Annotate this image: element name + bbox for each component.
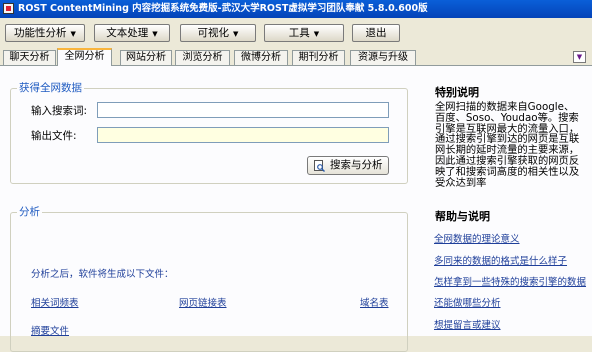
tab-browse-analysis[interactable]: 浏览分析 — [175, 50, 230, 65]
help-link-theory[interactable]: 全网数据的理论意义 — [434, 231, 520, 245]
tab-content-panel: 获得全网数据 输入搜索词: 输出文件: 搜索与分析 分析 分析之后，软件将生成以… — [0, 65, 592, 352]
get-web-data-legend: 获得全网数据 — [17, 82, 84, 94]
analysis-group: 分析 分析之后，软件将生成以下文件： 相关词频表 网页链接表 域名表 摘要文件 — [10, 206, 408, 352]
tab-resources-upgrade[interactable]: 资源与升级 — [350, 50, 416, 65]
special-notes-title: 特别说明 — [435, 86, 479, 99]
tools-menu-button[interactable]: 工具 ▼ — [264, 24, 344, 42]
chevron-down-icon: ▼ — [313, 30, 320, 38]
help-title: 帮助与说明 — [435, 210, 490, 223]
window-title: ROST ContentMining 内容挖掘系统免费版-武汉大学ROST虚拟学… — [18, 3, 428, 14]
tab-site-analysis[interactable]: 网站分析 — [120, 50, 172, 65]
help-link-data-format[interactable]: 多同来的数据的格式是什么样子 — [434, 253, 567, 267]
tab-strip: 聊天分析 全网分析 网站分析 浏览分析 微博分析 期刊分析 资源与升级 ▼ — [0, 48, 592, 66]
search-document-icon — [314, 160, 325, 172]
functional-analysis-menu-button[interactable]: 功能性分析 ▼ — [5, 24, 85, 42]
search-keyword-input[interactable] — [98, 103, 388, 117]
link-table-file-link[interactable]: 网页链接表 — [179, 295, 227, 309]
analysis-legend: 分析 — [17, 206, 42, 218]
tab-journal-analysis[interactable]: 期刊分析 — [292, 50, 345, 65]
chevron-down-icon: ▼ — [70, 30, 76, 38]
output-file-input[interactable] — [98, 128, 388, 142]
domain-table-file-link[interactable]: 域名表 — [360, 295, 389, 309]
analysis-output-hint: 分析之后，软件将生成以下文件： — [31, 269, 174, 280]
visualization-menu-button[interactable]: 可视化 ▼ — [180, 24, 256, 42]
text-processing-menu-button[interactable]: 文本处理 ▼ — [94, 24, 170, 42]
output-file-field[interactable] — [97, 127, 389, 143]
app-icon — [3, 3, 14, 14]
help-link-more-analysis[interactable]: 还能做哪些分析 — [434, 295, 501, 309]
word-frequency-file-link[interactable]: 相关词频表 — [31, 295, 79, 309]
help-link-special-engines[interactable]: 怎样拿到一些特殊的搜索引擎的数据 — [434, 274, 586, 288]
tab-web-analysis[interactable]: 全网分析 — [57, 48, 112, 66]
tools-label: 工具 — [288, 27, 310, 39]
output-file-label: 输出文件: — [31, 130, 77, 142]
summary-file-link[interactable]: 摘要文件 — [31, 323, 69, 337]
text-processing-label: 文本处理 — [106, 27, 149, 39]
tab-weibo-analysis[interactable]: 微博分析 — [234, 50, 288, 65]
keyword-field[interactable] — [97, 102, 389, 118]
exit-button[interactable]: 退出 — [352, 24, 400, 42]
visualization-label: 可视化 — [197, 27, 230, 39]
get-web-data-group: 获得全网数据 输入搜索词: 输出文件: 搜索与分析 — [10, 82, 408, 184]
functional-analysis-label: 功能性分析 — [14, 27, 67, 39]
search-analyze-label: 搜索与分析 — [330, 159, 383, 171]
chevron-down-icon: ▼ — [233, 30, 239, 38]
title-bar: ROST ContentMining 内容挖掘系统免费版-武汉大学ROST虚拟学… — [0, 0, 592, 18]
help-link-feedback[interactable]: 想提留言或建议 — [434, 317, 501, 331]
tab-chat-analysis[interactable]: 聊天分析 — [3, 50, 56, 65]
special-notes-text: 全网扫描的数据来自Google、百度、Soso、Youdao等。搜索引擎是互联网… — [435, 101, 580, 189]
keyword-label: 输入搜索词: — [31, 105, 88, 117]
search-analyze-button[interactable]: 搜索与分析 — [307, 156, 389, 175]
tab-scroll-button[interactable]: ▼ — [573, 51, 586, 63]
main-toolbar: 功能性分析 ▼ 文本处理 ▼ 可视化 ▼ 工具 ▼ 退出 — [0, 18, 592, 48]
chevron-down-icon: ▼ — [152, 30, 158, 38]
